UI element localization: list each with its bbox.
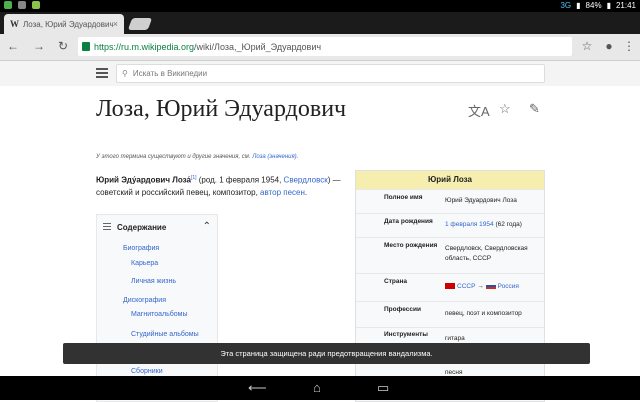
toc-item[interactable]: Личная жизнь [131,278,176,285]
notification-icon [32,1,40,9]
lead-name: Юрий Эду́ардович Лоза́ [96,175,191,185]
songwriter-link[interactable]: автор песен [260,188,305,197]
status-bar: 3G ▮ 84% ▮ 21:41 [0,0,640,12]
toc-list-icon [103,223,111,232]
infobox-value: СССР → Россия [445,282,541,292]
reload-icon[interactable]: ↻ [56,39,70,53]
infobox-row: Дата рождения 1 февраля 1954 (62 года) [356,213,544,238]
star-icon[interactable]: ☆ [580,39,594,53]
protection-snackbar: Эта страница защищена ради предотвращени… [63,343,590,364]
infobox: Юрий Лоза Полное имя Юрий Эдуардович Лоз… [355,170,545,402]
home-icon[interactable]: ⌂ [313,380,321,395]
table-of-contents: Содержание ⌃ Биография Карьера Личная жи… [96,214,218,402]
toc-item[interactable]: Карьера [131,260,158,267]
toc-item[interactable]: Дискография [123,297,166,304]
browser-toolbar: ← → ↻ https://ru.m.wikipedia.org /wiki/Л… [0,34,640,61]
infobox-label: Дата рождения [384,218,433,225]
url-host: https://ru.m.wikipedia.org [94,41,195,52]
ussr-flag-icon [445,283,455,290]
disambiguation-link[interactable]: Лоза (значения) [252,154,296,160]
wiki-header: ⚲ Искать в Википедии [0,61,640,86]
wikipedia-favicon-icon: W [10,19,19,29]
birthplace-link[interactable]: Свердловск, Свердловская область, СССР [445,244,541,264]
new-tab-button[interactable] [127,18,153,30]
browser-tab[interactable]: W Лоза, Юрий Эдуардович – × [4,14,124,34]
toc-item[interactable]: Сборники [131,368,163,375]
recents-icon[interactable]: ▭ [377,380,389,396]
battery-icon: ▮ [606,1,611,10]
network-indicator: 3G [560,1,572,10]
infobox-label: Страна [384,278,408,285]
toc-item[interactable]: Студийные альбомы [131,331,199,338]
toc-item[interactable]: Магнитоальбомы [131,311,188,318]
hatnote: У этого термина существуют и другие знач… [96,154,298,160]
battery-percent: 84% [585,1,602,10]
url-path: /wiki/Лоза,_Юрий_Эдуардович [194,41,322,52]
lead-text: . [304,187,308,197]
infobox-label: Полное имя [384,194,423,201]
overflow-menu-icon[interactable]: ⋮ [622,39,636,53]
infobox-label: Инструменты [384,331,428,338]
address-bar[interactable]: https://ru.m.wikipedia.org /wiki/Лоза,_Ю… [78,37,572,56]
signal-icon: ▮ [576,1,581,10]
wiki-search-input[interactable]: ⚲ Искать в Википедии [116,64,545,83]
tab-strip: W Лоза, Юрий Эдуардович – × [0,12,640,34]
chevron-up-icon[interactable]: ⌃ [203,221,211,232]
mic-icon[interactable]: ● [602,39,616,53]
search-icon: ⚲ [122,69,128,78]
country-link[interactable]: СССР [457,283,475,290]
notification-icon [18,1,26,9]
watch-star-icon[interactable]: ☆ [499,101,511,117]
toc-item[interactable]: Биография [123,245,159,252]
infobox-value: Юрий Эдуардович Лоза [445,197,517,204]
close-tab-icon[interactable]: × [113,19,118,29]
back-icon[interactable]: ⟵ [248,380,267,396]
edit-pencil-icon[interactable]: ✎ [529,101,540,117]
infobox-row: Профессии певец, поэт и композитор [356,301,544,328]
lead-paragraph: Юрий Эду́ардович Лоза́[1] (род. 1 феврал… [96,172,346,199]
infobox-title: Юрий Лоза [356,171,544,189]
infobox-row: Полное имя Юрий Эдуардович Лоза [356,189,544,214]
lead-text: (род. 1 февраля 1954, [196,175,284,185]
country-link[interactable]: Россия [498,283,519,290]
toc-title: Содержание [117,223,167,232]
infobox-row: Страна СССР → Россия [356,273,544,302]
clock: 21:41 [615,1,636,10]
search-placeholder: Искать в Википедии [132,69,208,78]
infobox-label: Профессии [384,306,421,313]
tab-title: Лоза, Юрий Эдуардович – [23,19,113,29]
hamburger-menu-icon[interactable] [96,68,108,78]
birth-date-link[interactable]: 1 февраля 1954 [445,221,494,228]
back-arrow-icon[interactable]: ← [6,39,20,53]
page-title: Лоза, Юрий Эдуардович [96,96,347,122]
lock-icon [82,42,90,51]
hatnote-text: У этого термина существуют и другие знач… [96,154,251,160]
forward-arrow-icon[interactable]: → [32,39,46,53]
infobox-value: 1 февраля 1954 (62 года) [445,220,541,230]
language-icon[interactable]: 文A [468,101,490,120]
profession-link[interactable]: певец, поэт и композитор [445,309,541,319]
system-nav-bar: ⟵ ⌂ ▭ [0,376,640,400]
hatnote-end: . [296,154,299,160]
arrow-text: → [477,283,484,290]
russia-flag-icon [485,283,496,290]
infobox-label: Место рождения [384,242,438,249]
toc-header[interactable]: Содержание [103,223,166,232]
sverdlovsk-link[interactable]: Свердловск [284,176,328,185]
notification-icon [4,1,12,9]
infobox-row: Место рождения Свердловск, Свердловская … [356,237,544,274]
age-text: (62 года) [493,221,522,228]
